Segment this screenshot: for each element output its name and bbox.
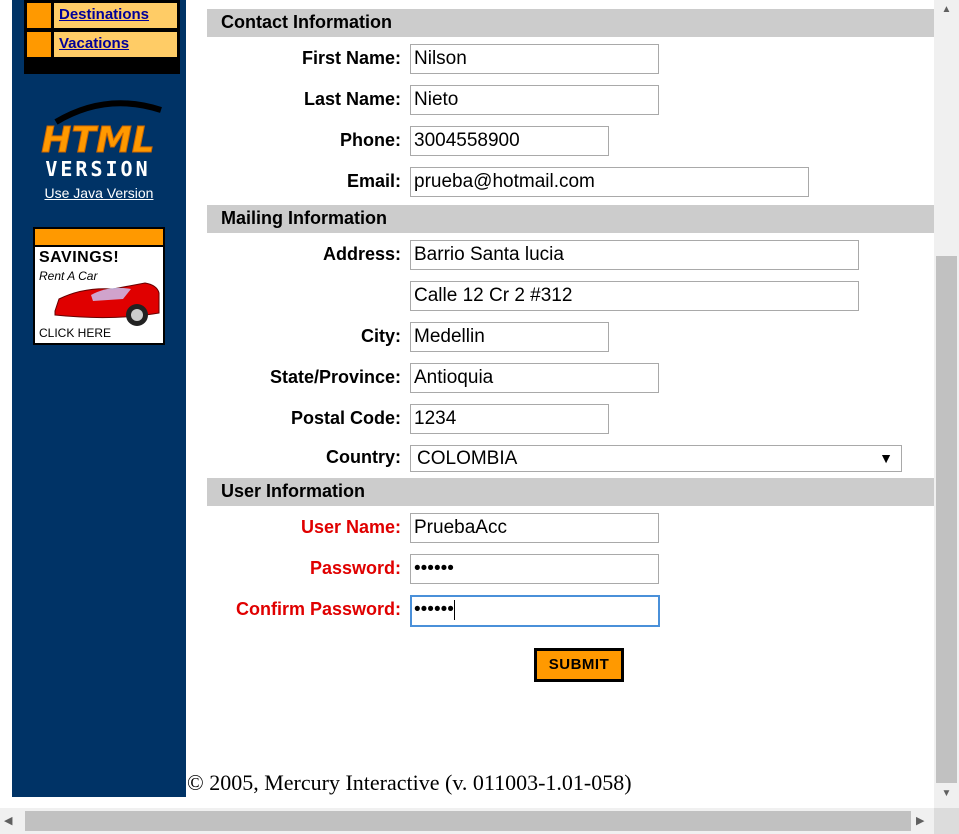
car-icon [54, 282, 160, 326]
section-title: Contact Information [221, 12, 392, 32]
bullet-square [27, 3, 54, 28]
use-java-version-link[interactable]: Use Java Version [12, 185, 186, 201]
scroll-left-arrow-icon[interactable]: ◀ [4, 814, 12, 827]
state-input[interactable]: Antioquia [410, 363, 659, 393]
country-label: Country: [326, 447, 401, 467]
text-caret [453, 599, 455, 620]
username-input[interactable]: PruebaAcc [410, 513, 659, 543]
ad-cta: CLICK HERE [39, 326, 112, 340]
state-label: State/Province: [269, 367, 401, 387]
email-label: Email: [346, 171, 401, 191]
ad-headline: SAVINGS! [39, 249, 120, 266]
last-name-input[interactable]: Nieto [410, 85, 659, 115]
password-label: Password: [309, 558, 401, 578]
nav-item-destinations[interactable]: Destinations [27, 3, 177, 28]
first-name-label: First Name: [301, 48, 401, 68]
logo-html-text: HTML [41, 120, 154, 161]
mailing-section-header: Mailing Information [207, 205, 934, 233]
address-line2-input[interactable]: Calle 12 Cr 2 #312 [410, 281, 859, 311]
scrollbar-corner [934, 808, 959, 834]
confirm-password-value: •••••• [414, 599, 454, 620]
bullet-square [27, 32, 54, 57]
contact-section-header: Contact Information [207, 9, 934, 37]
username-label: User Name: [300, 517, 401, 537]
confirm-password-input[interactable]: •••••• [410, 595, 660, 627]
city-input[interactable]: Medellin [410, 322, 609, 352]
section-title: User Information [221, 481, 366, 501]
country-selected-value: COLOMBIA [417, 448, 518, 469]
postal-code-input[interactable]: 1234 [410, 404, 609, 434]
html-version-logo: HTML VERSION [41, 100, 162, 180]
ad-header-bar [35, 229, 163, 247]
phone-input[interactable]: 3004558900 [410, 126, 609, 156]
logo-version-text: VERSION [45, 157, 150, 180]
vertical-scroll-thumb[interactable] [936, 256, 957, 783]
email-input[interactable]: prueba@hotmail.com [410, 167, 809, 197]
nav-item-vacations[interactable]: Vacations [27, 32, 177, 57]
vertical-scrollbar[interactable]: ▲ ▼ [934, 0, 959, 808]
copyright-footer: © 2005, Mercury Interactive (v. 011003-1… [187, 770, 632, 795]
postal-code-label: Postal Code: [290, 408, 401, 428]
user-section-header: User Information [207, 478, 934, 506]
last-name-label: Last Name: [303, 89, 401, 109]
scroll-up-arrow-icon[interactable]: ▲ [934, 4, 959, 15]
left-sidebar: Destinations Vacations HTML VERSION Use … [12, 0, 186, 797]
address-label: Address: [322, 244, 401, 264]
scroll-right-arrow-icon[interactable]: ▶ [916, 814, 924, 827]
section-title: Mailing Information [221, 208, 387, 228]
vacations-link[interactable]: Vacations [59, 35, 129, 52]
city-label: City: [361, 326, 401, 346]
first-name-input[interactable]: Nilson [410, 44, 659, 74]
rent-a-car-ad[interactable]: SAVINGS! Rent A Car CLICK HERE [33, 227, 165, 345]
horizontal-scrollbar[interactable]: ◀ ▶ [0, 808, 934, 834]
phone-label: Phone: [340, 130, 401, 150]
destinations-link[interactable]: Destinations [59, 6, 149, 23]
password-input[interactable]: •••••• [410, 554, 659, 584]
scroll-down-arrow-icon[interactable]: ▼ [934, 788, 959, 799]
confirm-password-label: Confirm Password: [235, 599, 401, 619]
dropdown-arrow-icon: ▼ [879, 450, 893, 466]
address-line1-input[interactable]: Barrio Santa lucia [410, 240, 859, 270]
horizontal-scroll-thumb[interactable] [25, 811, 911, 831]
country-select[interactable]: COLOMBIA ▼ [410, 445, 902, 472]
nav-menu: Destinations Vacations [24, 0, 180, 74]
submit-button[interactable]: SUBMIT [534, 648, 624, 682]
